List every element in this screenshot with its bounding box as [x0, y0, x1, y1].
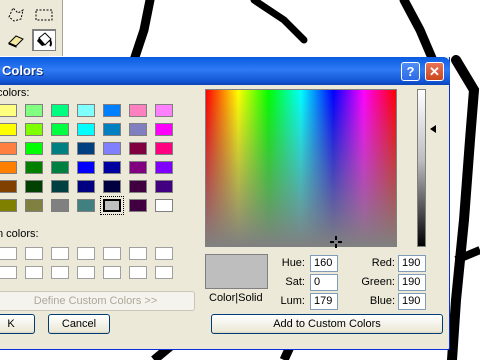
basic-color-swatch[interactable] [103, 142, 121, 155]
rect-select-icon[interactable] [32, 4, 56, 26]
basic-color-swatch[interactable] [155, 180, 173, 193]
custom-color-swatch[interactable] [77, 247, 95, 260]
basic-color-swatch[interactable] [103, 123, 121, 136]
custom-colors-label: n colors: [0, 228, 39, 240]
custom-color-swatch[interactable] [103, 266, 121, 279]
custom-color-swatch[interactable] [77, 266, 95, 279]
basic-color-swatch[interactable] [51, 161, 69, 174]
basic-color-swatch[interactable] [155, 123, 173, 136]
basic-color-swatch[interactable] [155, 161, 173, 174]
blue-field[interactable]: 190 [398, 293, 426, 310]
sat-label: Sat: [285, 276, 305, 288]
custom-color-swatch[interactable] [51, 247, 69, 260]
red-label: Red: [371, 257, 395, 269]
basic-color-swatch[interactable] [51, 142, 69, 155]
basic-color-swatch[interactable] [103, 104, 121, 117]
basic-color-swatch[interactable] [51, 104, 69, 117]
close-button[interactable]: ✕ [425, 62, 444, 81]
custom-color-swatch[interactable] [25, 266, 43, 279]
basic-color-swatch[interactable] [25, 180, 43, 193]
basic-colors-label: colors: [0, 87, 30, 99]
custom-color-swatch[interactable] [103, 247, 121, 260]
lum-label: Lum: [280, 295, 305, 307]
crosshair-icon [330, 236, 342, 248]
ok-button[interactable]: K [0, 314, 35, 334]
color-spectrum[interactable] [205, 89, 397, 248]
basic-color-swatch[interactable] [51, 199, 69, 212]
green-label: Green: [361, 276, 395, 288]
fill-bucket-icon[interactable] [32, 29, 56, 51]
basic-color-swatch[interactable] [129, 123, 147, 136]
basic-color-swatch[interactable] [51, 180, 69, 193]
define-custom-colors-button[interactable]: Define Custom Colors >> [0, 291, 195, 311]
basic-color-swatch[interactable] [100, 196, 124, 215]
custom-color-swatch[interactable] [129, 247, 147, 260]
basic-color-swatch[interactable] [77, 142, 95, 155]
basic-color-swatch[interactable] [155, 142, 173, 155]
sat-field[interactable]: 0 [310, 274, 338, 291]
custom-color-swatch[interactable] [0, 266, 17, 279]
dialog-title: Colors [2, 63, 44, 78]
basic-color-swatch[interactable] [77, 199, 95, 212]
custom-color-swatch[interactable] [25, 247, 43, 260]
lum-field[interactable]: 179 [310, 293, 338, 310]
basic-color-swatch[interactable] [25, 104, 43, 117]
custom-color-swatch[interactable] [155, 266, 173, 279]
dialog-titlebar[interactable]: Colors ? ✕ [0, 57, 450, 85]
color-solid-label: Color|Solid [209, 292, 263, 304]
basic-color-swatch[interactable] [0, 142, 17, 155]
color-preview [205, 254, 268, 289]
paint-window: Colors ? ✕ colors: n colors: Define Cust… [0, 0, 480, 360]
basic-color-swatch[interactable] [77, 161, 95, 174]
basic-color-swatch[interactable] [129, 199, 147, 212]
custom-color-swatch[interactable] [129, 266, 147, 279]
basic-color-swatch[interactable] [129, 161, 147, 174]
basic-color-swatch[interactable] [0, 180, 17, 193]
custom-color-swatch[interactable] [51, 266, 69, 279]
luminosity-arrow-icon[interactable] [430, 125, 436, 133]
blue-label: Blue: [369, 295, 395, 307]
basic-color-swatch[interactable] [77, 104, 95, 117]
basic-color-swatch[interactable] [0, 199, 17, 212]
custom-color-swatch[interactable] [155, 247, 173, 260]
hue-field[interactable]: 160 [310, 255, 338, 272]
colors-dialog: Colors ? ✕ colors: n colors: Define Cust… [0, 57, 450, 350]
basic-color-swatch[interactable] [25, 123, 43, 136]
basic-color-swatch[interactable] [25, 199, 43, 212]
basic-color-swatch[interactable] [0, 161, 17, 174]
basic-color-swatch[interactable] [129, 142, 147, 155]
basic-color-swatch[interactable] [77, 123, 95, 136]
basic-color-swatch[interactable] [155, 199, 173, 212]
custom-color-swatch[interactable] [0, 247, 17, 260]
cancel-button[interactable]: Cancel [48, 314, 110, 334]
basic-color-swatch[interactable] [25, 161, 43, 174]
basic-color-swatch[interactable] [155, 104, 173, 117]
basic-color-swatch[interactable] [0, 104, 17, 117]
basic-color-swatch[interactable] [129, 180, 147, 193]
eraser-icon[interactable] [4, 29, 28, 51]
paint-toolbox [0, 0, 63, 56]
help-button[interactable]: ? [401, 62, 420, 81]
red-field[interactable]: 190 [398, 255, 426, 272]
green-field[interactable]: 190 [398, 274, 426, 291]
basic-color-swatch[interactable] [77, 180, 95, 193]
basic-color-swatch[interactable] [103, 180, 121, 193]
basic-color-swatch[interactable] [25, 142, 43, 155]
basic-color-swatch[interactable] [51, 123, 69, 136]
basic-color-swatch[interactable] [129, 104, 147, 117]
hue-label: Hue: [281, 257, 305, 269]
luminosity-bar[interactable] [417, 89, 426, 247]
basic-color-swatch[interactable] [103, 161, 121, 174]
free-form-select-icon[interactable] [4, 4, 28, 26]
basic-color-swatch[interactable] [0, 123, 17, 136]
add-to-custom-colors-button[interactable]: Add to Custom Colors [211, 314, 443, 334]
